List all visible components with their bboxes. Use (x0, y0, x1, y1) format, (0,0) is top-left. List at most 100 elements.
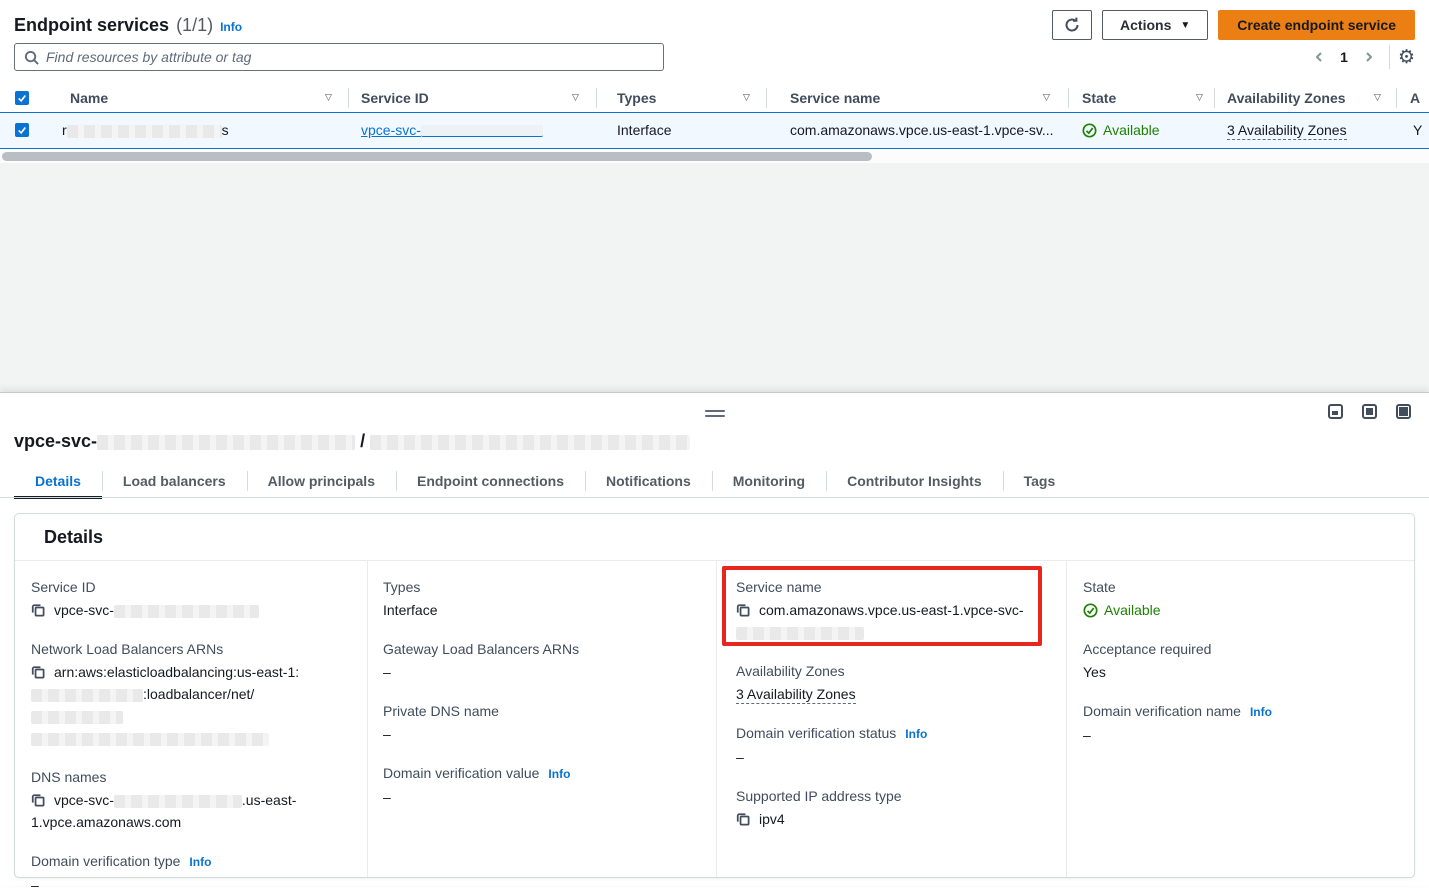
field-availability-zones: Availability Zones 3 Availability Zones (736, 661, 1052, 705)
details-card: Details Service ID vpce-svc- Network Loa… (14, 513, 1415, 878)
cell-availability-zones: 3 Availability Zones (1227, 113, 1347, 148)
pagination-divider (1389, 45, 1390, 69)
panel-size-medium-icon[interactable] (1362, 404, 1377, 419)
copy-icon[interactable] (31, 665, 45, 679)
column-divider (596, 88, 597, 108)
chevron-left-icon (1313, 51, 1325, 63)
tab-load-balancers[interactable]: Load balancers (102, 465, 247, 497)
field-domain-verification-type: Domain verification typeInfo – (31, 851, 353, 896)
pagination: 1 ⚙ (1307, 43, 1415, 71)
refresh-button[interactable] (1052, 10, 1092, 40)
tab-notifications[interactable]: Notifications (585, 465, 712, 497)
redacted-text (114, 795, 242, 808)
tab-tags[interactable]: Tags (1003, 465, 1077, 497)
cell-service-id: vpce-svc- (361, 113, 543, 148)
tab-contributor-insights[interactable]: Contributor Insights (826, 465, 1003, 497)
redacted-text (31, 733, 269, 746)
details-column-4: State Available Acceptance required (1067, 561, 1414, 877)
column-header-availability-zones[interactable]: Availability Zones (1227, 85, 1346, 112)
redacted-text (31, 711, 123, 724)
check-icon (17, 125, 27, 135)
tab-endpoint-connections[interactable]: Endpoint connections (396, 465, 585, 497)
status-available-icon (1083, 603, 1098, 618)
create-endpoint-service-button[interactable]: Create endpoint service (1218, 10, 1415, 40)
filter-caret-icon[interactable]: ▽ (1374, 85, 1381, 112)
cell-types: Interface (617, 113, 671, 148)
field-acceptance-required: Acceptance required Yes (1083, 639, 1400, 683)
table-header: Name ▽ Service ID ▽ Types ▽ Service name… (0, 85, 1429, 112)
row-checkbox[interactable] (15, 123, 29, 137)
scrollbar-thumb[interactable] (2, 152, 872, 161)
details-column-3: Service name com.amazonaws.vpce.us-east-… (717, 561, 1067, 877)
copy-icon[interactable] (736, 603, 750, 617)
resource-counter: (1/1) (176, 15, 213, 36)
field-service-name: Service name com.amazonaws.vpce.us-east-… (736, 577, 1052, 643)
split-panel-size-controls (1328, 404, 1411, 419)
column-divider (1068, 88, 1069, 108)
settings-button[interactable]: ⚙ (1398, 48, 1415, 67)
panel-title: vpce-svc- / (14, 431, 690, 452)
column-divider (1396, 88, 1397, 108)
panel-size-large-icon[interactable] (1396, 404, 1411, 419)
column-divider (766, 88, 767, 108)
filter-caret-icon[interactable]: ▽ (743, 85, 750, 112)
filter-caret-icon[interactable]: ▽ (1043, 85, 1050, 112)
copy-icon[interactable] (31, 603, 45, 617)
field-service-id: Service ID vpce-svc- (31, 577, 353, 621)
tab-allow-principals[interactable]: Allow principals (247, 465, 396, 497)
tab-details[interactable]: Details (14, 465, 102, 497)
info-link[interactable]: Info (1250, 702, 1272, 722)
cell-name: rs (62, 113, 229, 148)
copy-icon[interactable] (31, 793, 45, 807)
filter-caret-icon[interactable]: ▽ (572, 85, 579, 112)
field-glb-arns: Gateway Load Balancers ARNs – (383, 639, 702, 683)
availability-zones-link[interactable]: 3 Availability Zones (736, 685, 856, 704)
actions-button[interactable]: Actions ▼ (1102, 10, 1208, 40)
next-page-button[interactable] (1357, 45, 1381, 69)
column-header-service-name[interactable]: Service name (790, 85, 880, 112)
field-domain-verification-value: Domain verification valueInfo – (383, 763, 702, 808)
split-panel: vpce-svc- / Details Load balancers Allow… (0, 392, 1429, 886)
header-info-link[interactable]: Info (220, 20, 242, 34)
caret-down-icon: ▼ (1180, 20, 1190, 31)
redacted-text (370, 435, 690, 450)
horizontal-scrollbar (0, 150, 1429, 163)
service-id-link[interactable]: vpce-svc- (361, 122, 543, 138)
cell-acceptance-clipped: Y (1413, 113, 1422, 148)
select-all-checkbox[interactable] (15, 91, 29, 105)
column-header-clipped[interactable]: A (1410, 85, 1420, 112)
page-number-button[interactable]: 1 (1331, 49, 1357, 65)
availability-zones-link[interactable]: 3 Availability Zones (1227, 121, 1347, 140)
previous-page-button[interactable] (1307, 45, 1331, 69)
redacted-text (114, 605, 259, 618)
field-supported-ip: Supported IP address type ipv4 (736, 786, 1052, 830)
copy-icon[interactable] (736, 812, 750, 826)
redacted-text (31, 689, 143, 702)
chevron-right-icon (1363, 51, 1375, 63)
tabs-divider (0, 497, 1429, 498)
cell-service-name: com.amazonaws.vpce.us-east-1.vpce-sv... (790, 113, 1054, 148)
redacted-text (67, 125, 222, 138)
column-header-state[interactable]: State (1082, 85, 1116, 112)
info-link[interactable]: Info (548, 764, 570, 784)
field-nlb-arns: Network Load Balancers ARNs arn:aws:elas… (31, 639, 353, 749)
info-link[interactable]: Info (905, 724, 927, 744)
cell-state: Available (1082, 113, 1160, 148)
column-header-name[interactable]: Name (70, 85, 108, 112)
tab-monitoring[interactable]: Monitoring (712, 465, 826, 497)
filter-caret-icon[interactable]: ▽ (325, 85, 332, 112)
info-link[interactable]: Info (189, 852, 211, 872)
column-header-service-id[interactable]: Service ID (361, 85, 429, 112)
field-private-dns-name: Private DNS name – (383, 701, 702, 745)
panel-size-small-icon[interactable] (1328, 404, 1343, 419)
header-actions: Actions ▼ Create endpoint service (1052, 10, 1415, 40)
filter-caret-icon[interactable]: ▽ (1196, 85, 1203, 112)
search-input[interactable] (46, 49, 654, 65)
field-domain-verification-name: Domain verification nameInfo – (1083, 701, 1400, 746)
split-panel-drag-handle[interactable] (705, 410, 725, 417)
panel-tabs: Details Load balancers Allow principals … (14, 465, 1076, 497)
redacted-text (421, 125, 543, 137)
actions-button-label: Actions (1120, 17, 1171, 33)
column-header-types[interactable]: Types (617, 85, 656, 112)
table-row[interactable]: rs vpce-svc- Interface com.amazonaws.vpc… (0, 112, 1429, 149)
